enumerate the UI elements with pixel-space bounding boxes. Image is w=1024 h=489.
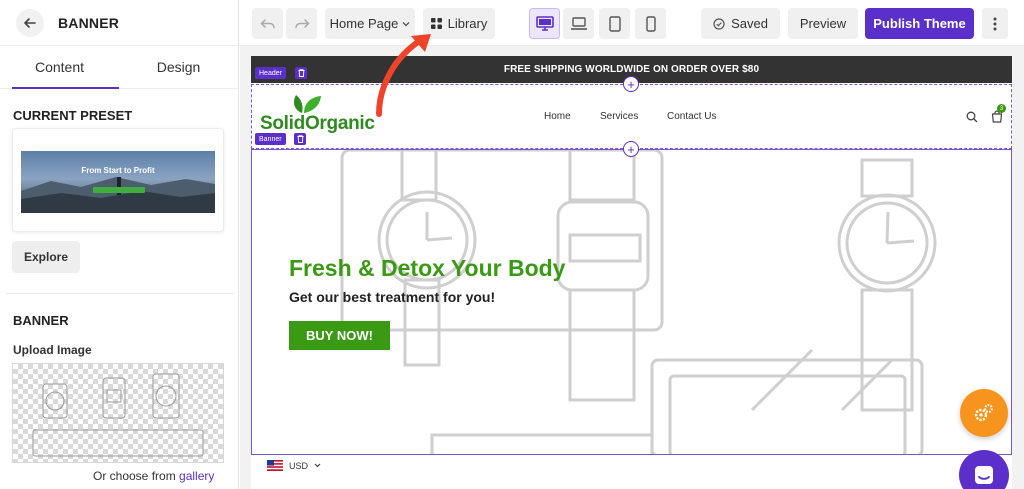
mobile-icon bbox=[645, 15, 656, 32]
laptop-icon bbox=[570, 16, 587, 30]
explore-button[interactable]: Explore bbox=[12, 241, 80, 273]
header-section-tag[interactable]: Header bbox=[255, 67, 286, 79]
banner-section-title: BANNER bbox=[13, 313, 69, 328]
annotation-arrow bbox=[376, 34, 431, 117]
device-tablet-button[interactable] bbox=[599, 8, 630, 39]
banner-heading[interactable]: Fresh & Detox Your Body bbox=[289, 255, 565, 282]
sidebar-tabs: Content Design bbox=[0, 46, 238, 89]
trash-icon bbox=[298, 69, 304, 77]
currency-selector[interactable]: USD bbox=[267, 460, 321, 471]
choose-text: Or choose from bbox=[93, 469, 176, 483]
trash-icon bbox=[297, 135, 303, 143]
redo-icon bbox=[294, 18, 310, 28]
chevron-down-icon bbox=[402, 21, 410, 26]
preset-cta-shape bbox=[93, 187, 145, 193]
sidebar-title: BANNER bbox=[58, 14, 120, 31]
editor-canvas: FREE SHIPPING WORLDWIDE ON ORDER OVER $8… bbox=[240, 46, 1024, 489]
saved-status-button[interactable]: Saved bbox=[701, 8, 780, 39]
header-delete-button[interactable] bbox=[295, 67, 307, 79]
currency-label: USD bbox=[289, 460, 309, 471]
settings-fab-button[interactable] bbox=[960, 389, 1008, 437]
nav-services[interactable]: Services bbox=[600, 111, 638, 122]
saved-label: Saved bbox=[731, 16, 768, 31]
banner-subheading[interactable]: Get our best treatment for you! bbox=[289, 289, 495, 305]
editor-app: BANNER Content Design CURRENT PRESET Fro… bbox=[0, 0, 1024, 489]
undo-button[interactable] bbox=[252, 8, 283, 39]
gears-icon bbox=[974, 404, 993, 422]
search-icon[interactable] bbox=[966, 111, 978, 123]
store-logo[interactable]: SolidOrganic bbox=[260, 113, 375, 135]
undo-icon bbox=[259, 18, 275, 28]
settings-sidebar: BANNER Content Design CURRENT PRESET Fro… bbox=[0, 0, 239, 489]
nav-contact[interactable]: Contact Us bbox=[667, 111, 716, 122]
chevron-down-icon bbox=[314, 463, 321, 468]
chat-icon bbox=[975, 466, 993, 484]
top-toolbar: Home Page Library Saved Preview Publish … bbox=[240, 0, 1024, 46]
preset-card[interactable]: From Start to Profit bbox=[12, 128, 224, 232]
choose-gallery-text: Or choose from gallery bbox=[93, 469, 214, 483]
gallery-link[interactable]: gallery bbox=[179, 469, 214, 483]
tab-design[interactable]: Design bbox=[119, 46, 238, 88]
upload-preview-sketch bbox=[32, 373, 204, 457]
desktop-icon bbox=[535, 15, 554, 31]
cart-count-badge: 3 bbox=[997, 104, 1006, 113]
banner-section[interactable]: Fresh & Detox Your Body Get our best tre… bbox=[251, 149, 1012, 455]
us-flag-icon bbox=[267, 460, 283, 471]
tab-content[interactable]: Content bbox=[0, 46, 119, 89]
upload-image-dropzone[interactable] bbox=[12, 363, 224, 463]
device-laptop-button[interactable] bbox=[563, 8, 594, 39]
banner-delete-button[interactable] bbox=[294, 133, 306, 145]
library-label: Library bbox=[447, 16, 488, 31]
mountain-scene-image bbox=[21, 177, 215, 213]
nav-home[interactable]: Home bbox=[544, 111, 571, 122]
buy-now-button[interactable]: BUY NOW! bbox=[289, 321, 390, 350]
preset-thumbnail: From Start to Profit bbox=[21, 151, 215, 213]
leaf-logo-icon bbox=[294, 95, 321, 113]
back-button[interactable] bbox=[16, 8, 44, 37]
add-section-button[interactable]: + bbox=[623, 141, 639, 157]
banner-section-tag[interactable]: Banner bbox=[255, 133, 286, 145]
preset-heading: From Start to Profit bbox=[81, 166, 155, 175]
device-mobile-button[interactable] bbox=[635, 8, 666, 39]
preview-label: Preview bbox=[799, 16, 847, 31]
redo-button[interactable] bbox=[286, 8, 317, 39]
publish-theme-button[interactable]: Publish Theme bbox=[865, 8, 974, 39]
check-circle-icon bbox=[713, 17, 725, 30]
current-preset-title: CURRENT PRESET bbox=[13, 108, 133, 123]
publish-label: Publish Theme bbox=[873, 16, 966, 31]
preview-button[interactable]: Preview bbox=[788, 8, 858, 39]
sidebar-divider bbox=[6, 293, 234, 294]
tablet-icon bbox=[608, 15, 621, 32]
sidebar-header: BANNER bbox=[0, 0, 238, 46]
add-section-button[interactable]: + bbox=[623, 76, 639, 92]
store-preview: FREE SHIPPING WORLDWIDE ON ORDER OVER $8… bbox=[251, 56, 1012, 489]
more-options-button[interactable] bbox=[982, 8, 1008, 39]
upload-image-label: Upload Image bbox=[13, 343, 92, 357]
arrow-left-icon bbox=[24, 17, 36, 28]
device-desktop-button[interactable] bbox=[529, 8, 560, 39]
kebab-menu-icon bbox=[993, 17, 997, 30]
